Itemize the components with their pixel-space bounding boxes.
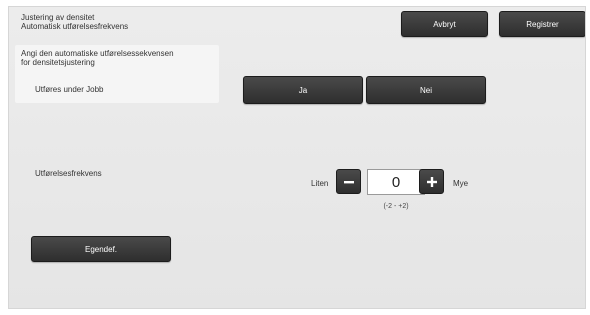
frequency-label: Utførelsesfrekvens	[35, 169, 102, 178]
instruction-line1: Angi den automatiske utførelsessekvensen	[21, 49, 174, 58]
range-label: (-2 - +2)	[383, 203, 409, 210]
frequency-value: 0	[391, 173, 401, 191]
plus-icon	[426, 176, 437, 187]
register-button[interactable]: Registrer	[499, 11, 585, 37]
cancel-button-label: Avbryt	[433, 19, 456, 29]
cancel-button[interactable]: Avbryt	[401, 11, 488, 37]
instruction-panel: Angi den automatiske utførelsessekvensen…	[15, 45, 219, 103]
custom-button[interactable]: Egendef.	[31, 236, 171, 262]
less-label: Liten	[311, 179, 329, 188]
decrease-button[interactable]	[336, 169, 361, 194]
page-title-line2: Automatisk utførelsesfrekvens	[21, 22, 129, 31]
increase-button[interactable]	[419, 169, 444, 194]
page-title: Justering av densitet Automatisk utførel…	[21, 13, 128, 31]
settings-screen: Justering av densitet Automatisk utførel…	[8, 6, 586, 309]
instruction-text: Angi den automatiske utførelsessekvensen…	[21, 49, 174, 67]
minus-icon	[343, 180, 354, 183]
custom-button-label: Egendef.	[84, 244, 118, 254]
register-button-label: Registrer	[526, 19, 559, 29]
page-title-line1: Justering av densitet	[21, 13, 95, 22]
more-label: Mye	[453, 179, 469, 188]
run-during-job-label: Utføres under Jobb	[35, 85, 104, 94]
instruction-line2: for densitetsjustering	[21, 58, 95, 67]
yes-button-label: Ja	[298, 85, 308, 95]
frequency-value-field[interactable]: 0	[367, 169, 425, 195]
yes-button[interactable]: Ja	[243, 76, 363, 104]
no-button[interactable]: Nei	[366, 76, 486, 104]
no-button-label: Nei	[419, 85, 432, 95]
